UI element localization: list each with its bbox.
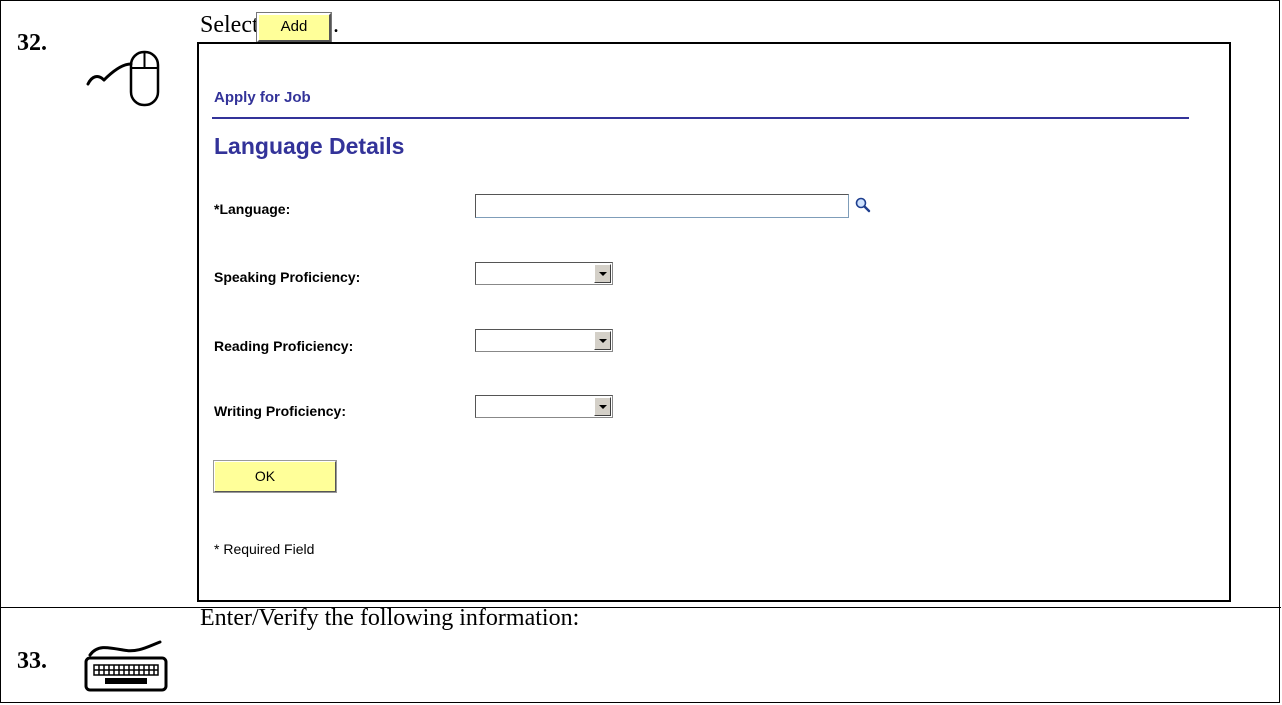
language-label: *Language: bbox=[214, 201, 291, 217]
speaking-proficiency-label: Speaking Proficiency: bbox=[214, 269, 361, 285]
chevron-down-icon[interactable] bbox=[594, 264, 611, 283]
language-details-screen: Apply for Job Language Details *Language… bbox=[197, 42, 1231, 602]
required-field-note: * Required Field bbox=[214, 541, 315, 557]
writing-proficiency-label: Writing Proficiency: bbox=[214, 403, 346, 419]
lookup-icon[interactable] bbox=[855, 197, 871, 213]
chevron-down-icon[interactable] bbox=[594, 331, 611, 350]
page-title: Language Details bbox=[214, 133, 405, 159]
row-divider bbox=[1, 607, 1281, 608]
step-number: 32. bbox=[17, 30, 47, 56]
ok-button[interactable]: OK bbox=[213, 460, 337, 493]
chevron-down-icon[interactable] bbox=[594, 397, 611, 416]
instruction-suffix: . bbox=[333, 12, 339, 38]
instruction-prefix: Select bbox=[200, 12, 259, 38]
reading-proficiency-select[interactable] bbox=[475, 329, 613, 352]
step-instruction: Select bbox=[200, 12, 259, 39]
breadcrumb: Apply for Job bbox=[214, 89, 311, 106]
add-button-image: Add bbox=[256, 12, 332, 43]
heading-rule bbox=[212, 117, 1189, 119]
writing-proficiency-select[interactable] bbox=[475, 395, 613, 418]
language-input[interactable] bbox=[475, 194, 849, 218]
mouse-icon bbox=[86, 50, 160, 107]
keyboard-icon bbox=[84, 640, 168, 692]
speaking-proficiency-select[interactable] bbox=[475, 262, 613, 285]
step-instruction: Enter/Verify the following information: bbox=[200, 605, 580, 631]
reading-proficiency-label: Reading Proficiency: bbox=[214, 338, 354, 354]
step-number: 33. bbox=[17, 648, 47, 674]
